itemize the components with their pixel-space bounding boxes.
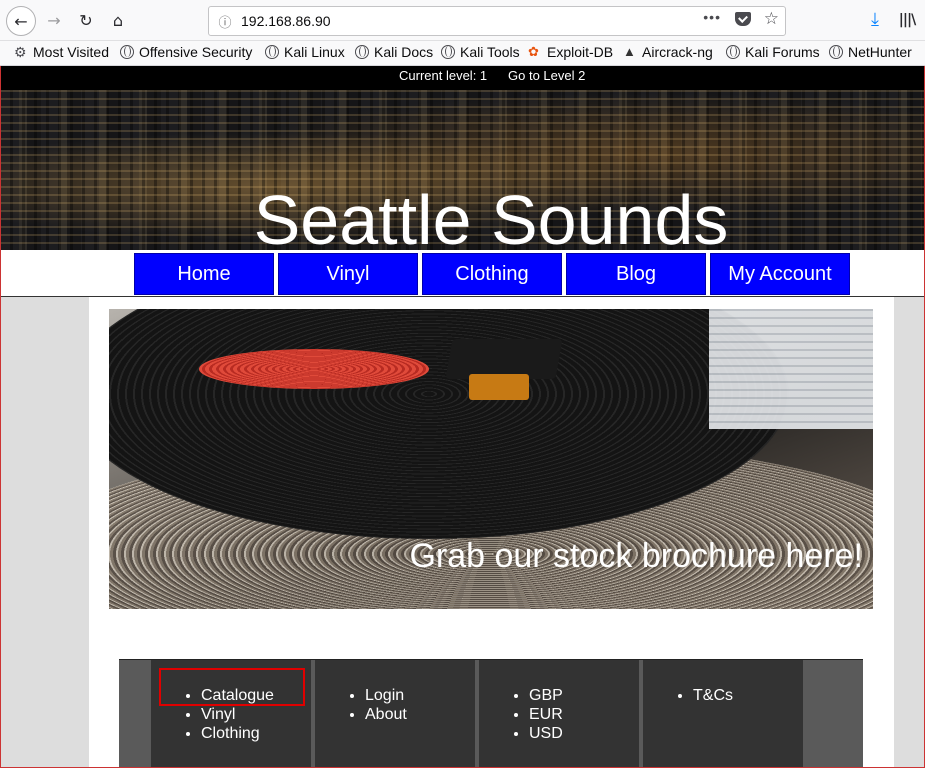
bookmark-label: Kali Docs xyxy=(374,44,434,60)
back-arrow-icon[interactable]: ← xyxy=(6,6,36,36)
bookmark-label: Kali Forums xyxy=(745,44,820,60)
download-icon[interactable]: ⤓ xyxy=(864,6,886,34)
globe-icon xyxy=(829,45,843,59)
bookmark-label: Aircrack-ng xyxy=(642,44,713,60)
footer-link-usd[interactable]: USD xyxy=(529,725,563,742)
footer-link-clothing[interactable]: Clothing xyxy=(201,725,260,742)
bookmark-exploit-db[interactable]: ✿ Exploit-DB xyxy=(528,44,613,60)
forward-arrow-icon[interactable]: → xyxy=(40,6,68,34)
menu-buttons: Home Vinyl Clothing Blog My Account xyxy=(134,253,850,295)
bookmarks-toolbar: ⚙ Most Visited Offensive Security Kali L… xyxy=(0,41,925,66)
footer: Catalogue Vinyl Clothing Login About GBP… xyxy=(119,659,863,767)
level-bar: Current level: 1 Go to Level 2 xyxy=(1,66,924,90)
footer-link-eur[interactable]: EUR xyxy=(529,706,563,723)
record-label xyxy=(199,349,429,389)
bookmark-label: Most Visited xyxy=(33,44,109,60)
bookmark-kali-forums[interactable]: Kali Forums xyxy=(726,44,820,60)
globe-icon xyxy=(355,45,369,59)
globe-icon xyxy=(120,45,134,59)
info-icon[interactable]: ⓘ xyxy=(217,12,233,30)
globe-icon xyxy=(726,45,740,59)
nav-clothing[interactable]: Clothing xyxy=(422,253,562,295)
footer-column-2: Login About xyxy=(315,660,475,767)
library-icon[interactable]: |||\ xyxy=(896,6,918,34)
page-actions-icon[interactable]: ••• xyxy=(703,9,721,25)
nav-vinyl[interactable]: Vinyl xyxy=(278,253,418,295)
bookmark-aircrack-ng[interactable]: ▲ Aircrack-ng xyxy=(623,44,713,60)
globe-icon xyxy=(265,45,279,59)
browser-toolbar: ← → ↻ ⌂ ⓘ 192.168.86.90 ••• ☆ ⤓ |||\ xyxy=(0,0,925,41)
gear-icon: ⚙ xyxy=(14,44,27,60)
footer-column-3: GBP EUR USD xyxy=(479,660,639,767)
bookmark-offensive-security[interactable]: Offensive Security xyxy=(120,44,252,60)
footer-link-vinyl[interactable]: Vinyl xyxy=(201,706,235,723)
web-page: Current level: 1 Go to Level 2 Seattle S… xyxy=(0,66,925,768)
bookmark-label: NetHunter xyxy=(848,44,912,60)
url-text: 192.168.86.90 xyxy=(241,13,331,29)
footer-link-tcs[interactable]: T&Cs xyxy=(693,687,733,704)
globe-icon xyxy=(441,45,455,59)
highlight-box xyxy=(159,668,305,706)
footer-link-login[interactable]: Login xyxy=(365,687,404,704)
main-content: Grab our stock brochure here! Catalogue … xyxy=(89,297,894,767)
bookmark-label: Exploit-DB xyxy=(547,44,614,60)
address-bar[interactable]: ⓘ 192.168.86.90 ••• ☆ xyxy=(208,6,786,36)
footer-link-about[interactable]: About xyxy=(365,706,407,723)
cartridge xyxy=(469,374,529,400)
bookmark-kali-docs[interactable]: Kali Docs xyxy=(355,44,433,60)
footer-column-4: T&Cs xyxy=(643,660,803,767)
brochure-banner[interactable]: Grab our stock brochure here! xyxy=(109,309,873,609)
bookmark-most-visited[interactable]: ⚙ Most Visited xyxy=(14,44,109,60)
exploit-db-icon: ✿ xyxy=(528,44,539,59)
bookmark-label: Offensive Security xyxy=(139,44,253,60)
aircrack-icon: ▲ xyxy=(623,44,636,59)
bookmark-star-icon[interactable]: ☆ xyxy=(764,9,779,29)
home-icon[interactable]: ⌂ xyxy=(104,6,132,34)
bookmark-label: Kali Linux xyxy=(284,44,345,60)
bookmark-kali-linux[interactable]: Kali Linux xyxy=(265,44,345,60)
bookmark-label: Kali Tools xyxy=(460,44,520,60)
window-blinds xyxy=(709,309,873,429)
bookmark-kali-tools[interactable]: Kali Tools xyxy=(441,44,520,60)
current-level: Current level: 1 xyxy=(399,68,488,83)
nav-my-account[interactable]: My Account xyxy=(710,253,850,295)
tonearm-head xyxy=(445,339,563,379)
nav-blog[interactable]: Blog xyxy=(566,253,706,295)
main-nav: Home Vinyl Clothing Blog My Account xyxy=(1,250,924,297)
hero-city-image: Seattle Sounds xyxy=(1,90,924,250)
brochure-text[interactable]: Grab our stock brochure here! xyxy=(409,537,863,576)
go-to-level-link[interactable]: Go to Level 2 xyxy=(508,68,585,83)
reload-icon[interactable]: ↻ xyxy=(72,6,100,34)
nav-home[interactable]: Home xyxy=(134,253,274,295)
pocket-icon[interactable] xyxy=(735,12,751,26)
bookmark-nethunter[interactable]: NetHunter xyxy=(829,44,912,60)
footer-link-gbp[interactable]: GBP xyxy=(529,687,563,704)
site-title: Seattle Sounds xyxy=(253,181,729,250)
